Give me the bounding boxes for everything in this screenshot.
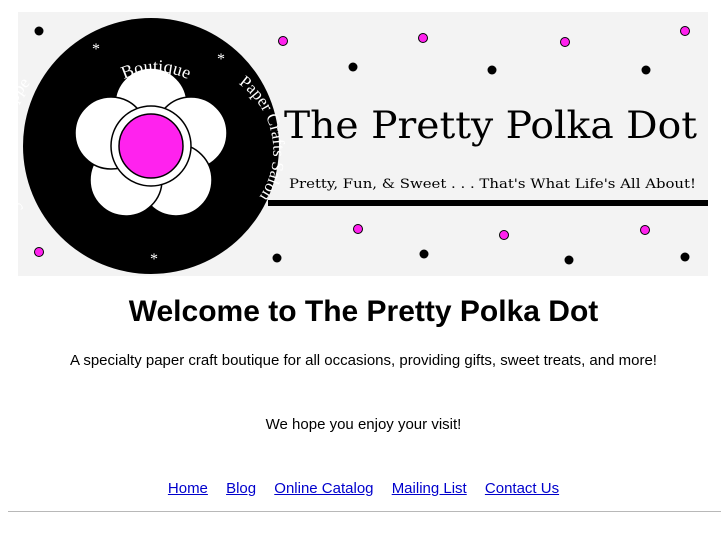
- star-icon: *: [92, 41, 100, 58]
- nav-link-home[interactable]: Home: [168, 480, 208, 497]
- nav-link-blog[interactable]: Blog: [226, 480, 256, 497]
- nav-link-contact-us[interactable]: Contact Us: [485, 480, 559, 497]
- banner-divider: [268, 200, 708, 206]
- welcome-message: We hope you enjoy your visit!: [265, 416, 462, 433]
- banner-graphic: Boutique Paper Crafts Salon Sweet Treat …: [18, 18, 708, 274]
- tagline-text: A specialty paper craft boutique for all…: [70, 352, 657, 369]
- banner-title: The Pretty Polka Dot: [284, 104, 697, 147]
- page-title: Welcome to The Pretty Polka Dot: [128, 295, 599, 328]
- star-icon: *: [150, 251, 158, 268]
- nav-link-online-catalog[interactable]: Online Catalog: [274, 480, 373, 497]
- star-icon: *: [217, 51, 225, 68]
- banner-slogan: Pretty, Fun, & Sweet . . . That's What L…: [289, 177, 696, 192]
- main-nav: Home Blog Online Catalog Mailing List Co…: [0, 479, 727, 499]
- flower-logo: Boutique Paper Crafts Salon Sweet Treat …: [18, 18, 288, 274]
- nav-link-mailing-list[interactable]: Mailing List: [392, 480, 467, 497]
- horizontal-divider: [8, 511, 721, 512]
- header-banner: Boutique Paper Crafts Salon Sweet Treat …: [18, 12, 708, 276]
